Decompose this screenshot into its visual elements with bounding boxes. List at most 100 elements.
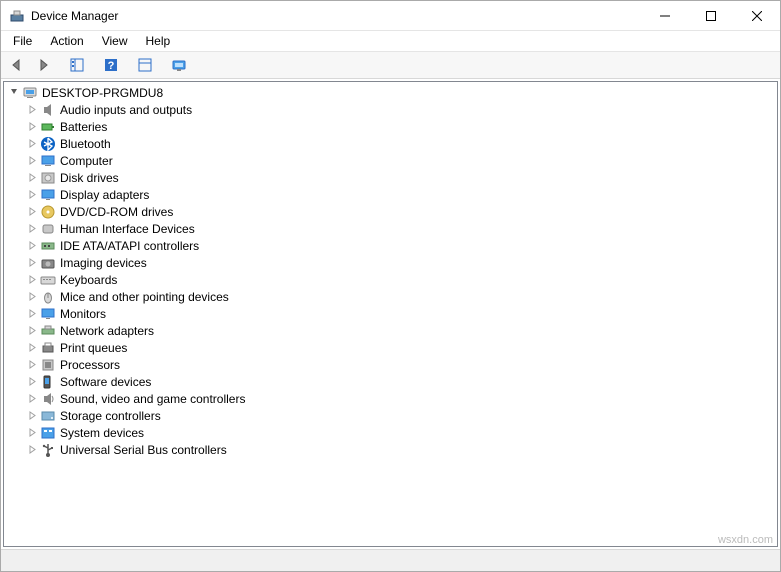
tree-item[interactable]: Network adapters	[4, 322, 777, 339]
statusbar	[1, 549, 780, 571]
tree-item-label: Imaging devices	[60, 256, 147, 270]
expand-icon[interactable]	[26, 240, 38, 252]
maximize-button[interactable]	[688, 1, 734, 31]
tree-root-label: DESKTOP-PRGMDU8	[42, 86, 163, 100]
expand-icon[interactable]	[26, 376, 38, 388]
forward-button[interactable]	[31, 54, 55, 76]
show-hide-tree-button[interactable]	[65, 54, 89, 76]
expand-icon[interactable]	[26, 257, 38, 269]
hid-icon	[40, 221, 56, 237]
tree-item-label: Monitors	[60, 307, 106, 321]
expand-icon[interactable]	[26, 189, 38, 201]
tree-item-label: Sound, video and game controllers	[60, 392, 245, 406]
storage-icon	[40, 408, 56, 424]
tree-item-label: Bluetooth	[60, 137, 111, 151]
menu-action[interactable]: Action	[42, 31, 91, 51]
tree-item-label: Network adapters	[60, 324, 154, 338]
expand-icon[interactable]	[26, 291, 38, 303]
toolbar: ?	[1, 51, 780, 79]
tree-item[interactable]: Batteries	[4, 118, 777, 135]
tree-item[interactable]: IDE ATA/ATAPI controllers	[4, 237, 777, 254]
expand-icon[interactable]	[26, 138, 38, 150]
tree-item[interactable]: Mice and other pointing devices	[4, 288, 777, 305]
expand-icon[interactable]	[26, 223, 38, 235]
tree-item-label: Computer	[60, 154, 113, 168]
tree-item[interactable]: Software devices	[4, 373, 777, 390]
tree-item[interactable]: Bluetooth	[4, 135, 777, 152]
tree-item[interactable]: Sound, video and game controllers	[4, 390, 777, 407]
tree-item-label: Software devices	[60, 375, 151, 389]
expand-icon[interactable]	[26, 206, 38, 218]
tree-item[interactable]: Keyboards	[4, 271, 777, 288]
tree-item-label: Mice and other pointing devices	[60, 290, 229, 304]
close-button[interactable]	[734, 1, 780, 31]
tree-item[interactable]: Computer	[4, 152, 777, 169]
tree-item[interactable]: Monitors	[4, 305, 777, 322]
tree-root[interactable]: DESKTOP-PRGMDU8	[4, 84, 777, 101]
tree-item-label: Keyboards	[60, 273, 117, 287]
tree-item-label: Processors	[60, 358, 120, 372]
system-icon	[40, 425, 56, 441]
expand-icon[interactable]	[26, 427, 38, 439]
expand-icon[interactable]	[26, 308, 38, 320]
expand-icon[interactable]	[26, 104, 38, 116]
app-icon	[9, 8, 25, 24]
tree-item[interactable]: Display adapters	[4, 186, 777, 203]
computer-icon	[40, 153, 56, 169]
tree-item-label: Human Interface Devices	[60, 222, 195, 236]
window-title: Device Manager	[31, 9, 118, 23]
toolbar-button-1[interactable]	[133, 54, 157, 76]
tree-item[interactable]: Human Interface Devices	[4, 220, 777, 237]
scan-hardware-button[interactable]	[167, 54, 191, 76]
cpu-icon	[40, 357, 56, 373]
keyboard-icon	[40, 272, 56, 288]
help-button[interactable]: ?	[99, 54, 123, 76]
computer-icon	[22, 85, 38, 101]
usb-icon	[40, 442, 56, 458]
tree-item[interactable]: Imaging devices	[4, 254, 777, 271]
disk-icon	[40, 170, 56, 186]
tree-item-label: Storage controllers	[60, 409, 161, 423]
back-button[interactable]	[5, 54, 29, 76]
network-icon	[40, 323, 56, 339]
titlebar: Device Manager	[1, 1, 780, 31]
tree-item-label: Batteries	[60, 120, 107, 134]
tree-item-label: DVD/CD-ROM drives	[60, 205, 173, 219]
imaging-icon	[40, 255, 56, 271]
sound-icon	[40, 391, 56, 407]
menu-help[interactable]: Help	[138, 31, 179, 51]
tree-item[interactable]: Universal Serial Bus controllers	[4, 441, 777, 458]
expand-icon[interactable]	[26, 121, 38, 133]
battery-icon	[40, 119, 56, 135]
expand-icon[interactable]	[26, 325, 38, 337]
menu-view[interactable]: View	[94, 31, 136, 51]
display-icon	[40, 187, 56, 203]
minimize-button[interactable]	[642, 1, 688, 31]
tree-item-label: Audio inputs and outputs	[60, 103, 192, 117]
tree-item[interactable]: Disk drives	[4, 169, 777, 186]
tree-item[interactable]: Print queues	[4, 339, 777, 356]
expand-icon[interactable]	[26, 342, 38, 354]
tree-item[interactable]: Processors	[4, 356, 777, 373]
tree-item[interactable]: System devices	[4, 424, 777, 441]
ide-icon	[40, 238, 56, 254]
tree-item[interactable]: DVD/CD-ROM drives	[4, 203, 777, 220]
software-icon	[40, 374, 56, 390]
menu-file[interactable]: File	[5, 31, 40, 51]
tree-item-label: System devices	[60, 426, 144, 440]
dvd-icon	[40, 204, 56, 220]
device-tree[interactable]: DESKTOP-PRGMDU8 Audio inputs and outputs…	[3, 81, 778, 547]
monitor-icon	[40, 306, 56, 322]
expand-icon[interactable]	[26, 393, 38, 405]
tree-item-label: Disk drives	[60, 171, 119, 185]
expand-icon[interactable]	[26, 274, 38, 286]
tree-item[interactable]: Storage controllers	[4, 407, 777, 424]
expand-icon[interactable]	[26, 444, 38, 456]
tree-item-label: Universal Serial Bus controllers	[60, 443, 227, 457]
tree-item[interactable]: Audio inputs and outputs	[4, 101, 777, 118]
expand-icon[interactable]	[26, 410, 38, 422]
expand-icon[interactable]	[26, 172, 38, 184]
expand-icon[interactable]	[26, 155, 38, 167]
expand-icon[interactable]	[26, 359, 38, 371]
collapse-icon[interactable]	[8, 87, 20, 99]
